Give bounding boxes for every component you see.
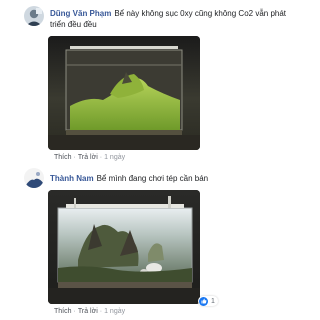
reaction-count: 1 — [211, 297, 215, 305]
comment-actions: Thích · Trả lời · 1 ngày — [54, 154, 126, 161]
comment-text: Thành Nam Bể mình đang chơi tép cần bán — [50, 173, 286, 184]
comment-author[interactable]: Thành Nam — [50, 174, 94, 183]
aquarium-photo — [48, 190, 200, 304]
reaction-summary[interactable]: 1 — [198, 296, 218, 306]
like-link[interactable]: Thích — [54, 308, 72, 315]
thumbs-up-icon — [199, 296, 208, 306]
aquarium-photo — [48, 36, 200, 150]
comment-time[interactable]: 1 ngày — [104, 154, 125, 161]
comment-author[interactable]: Dũng Văn Phạm — [50, 9, 111, 18]
avatar[interactable] — [24, 6, 44, 26]
avatar[interactable] — [24, 168, 44, 188]
comment-time[interactable]: 1 ngày — [104, 308, 125, 315]
avatar-image — [24, 168, 44, 188]
comment-photo[interactable] — [48, 36, 200, 150]
comment-photo[interactable] — [48, 190, 200, 304]
comment-text: Dũng Văn Phạm Bể này không sục 0xy cũng k… — [50, 8, 286, 30]
avatar-image — [24, 6, 44, 26]
reply-link[interactable]: Trả lời — [78, 154, 98, 161]
reply-link[interactable]: Trả lời — [78, 308, 98, 315]
like-link[interactable]: Thích — [54, 154, 72, 161]
comment-body: Bể mình đang chơi tép cần bán — [96, 174, 209, 183]
comment-actions: Thích · Trả lời · 1 ngày — [54, 308, 126, 315]
